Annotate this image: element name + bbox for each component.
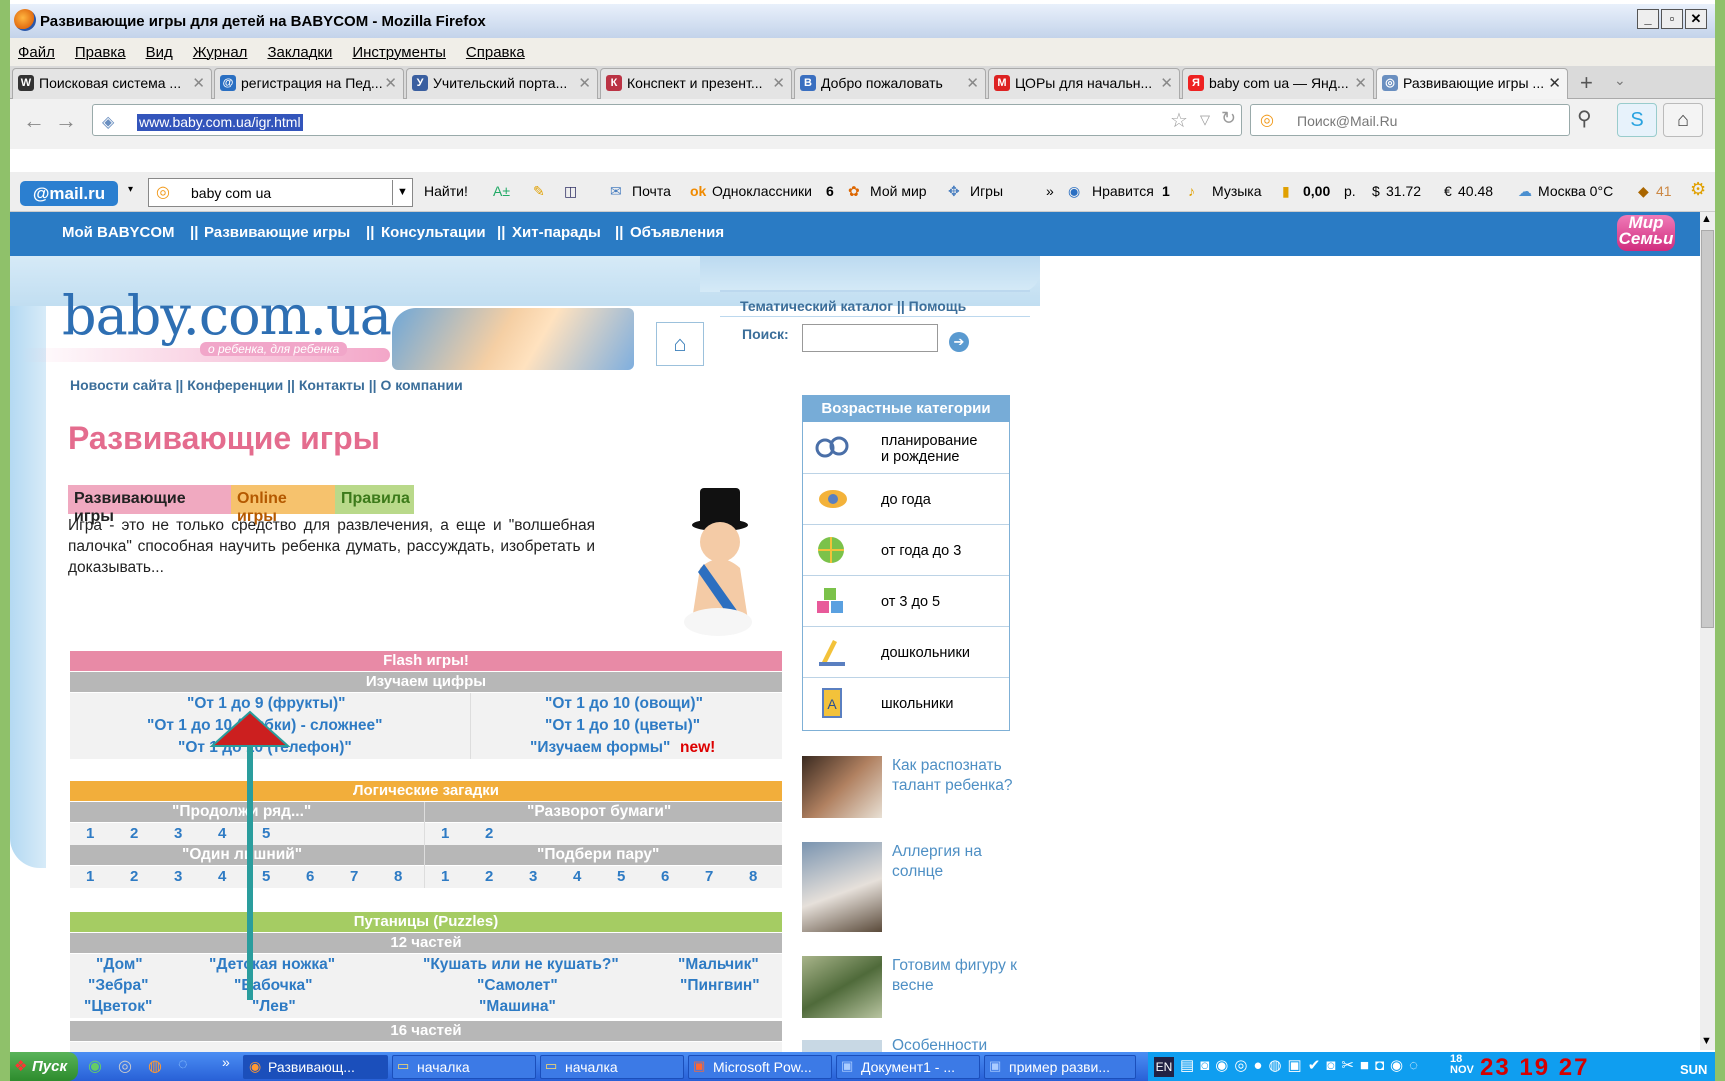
date-month: NOV	[1450, 1064, 1474, 1076]
word-icon: ▣	[841, 1058, 854, 1073]
folder-icon: ▭	[545, 1058, 558, 1073]
taskbar-folder[interactable]: началка	[392, 1055, 536, 1079]
overflow-chevron-icon[interactable]: »	[222, 1054, 230, 1070]
taskbar-firefox[interactable]: Развивающ...	[243, 1055, 388, 1079]
quicklaunch-icon[interactable]: ◌	[178, 1056, 188, 1074]
windows-logo-icon: ❖	[14, 1058, 28, 1075]
arrow-head	[209, 710, 291, 747]
tray-clock[interactable]: 23 19 27	[1480, 1054, 1589, 1081]
taskbar-folder[interactable]: началка	[540, 1055, 684, 1079]
powerpoint-icon: ▣	[693, 1058, 706, 1073]
annotation-arrow	[209, 710, 291, 1000]
tray-weekday: SUN	[1680, 1062, 1708, 1077]
taskbar-word-doc1[interactable]: Документ1 - ...	[836, 1055, 980, 1079]
taskbar-powerpoint[interactable]: Microsoft Pow...	[688, 1055, 832, 1079]
taskbar-word-example[interactable]: пример разви...	[984, 1055, 1136, 1079]
language-indicator[interactable]: EN	[1154, 1057, 1174, 1077]
quicklaunch-icon[interactable]: ◎	[118, 1056, 132, 1076]
folder-icon: ▭	[397, 1058, 410, 1073]
word-icon: ▣	[989, 1058, 1002, 1073]
tray-date: 18 NOV	[1450, 1054, 1474, 1076]
chrome-icon[interactable]: ◍	[148, 1056, 162, 1076]
quicklaunch-icon[interactable]: ◉	[88, 1056, 102, 1076]
firefox-icon: ◉	[249, 1058, 262, 1074]
tray-icons[interactable]: ▤◙◉◎●◍▣✔◙✂■◘◉◌	[1180, 1056, 1424, 1074]
